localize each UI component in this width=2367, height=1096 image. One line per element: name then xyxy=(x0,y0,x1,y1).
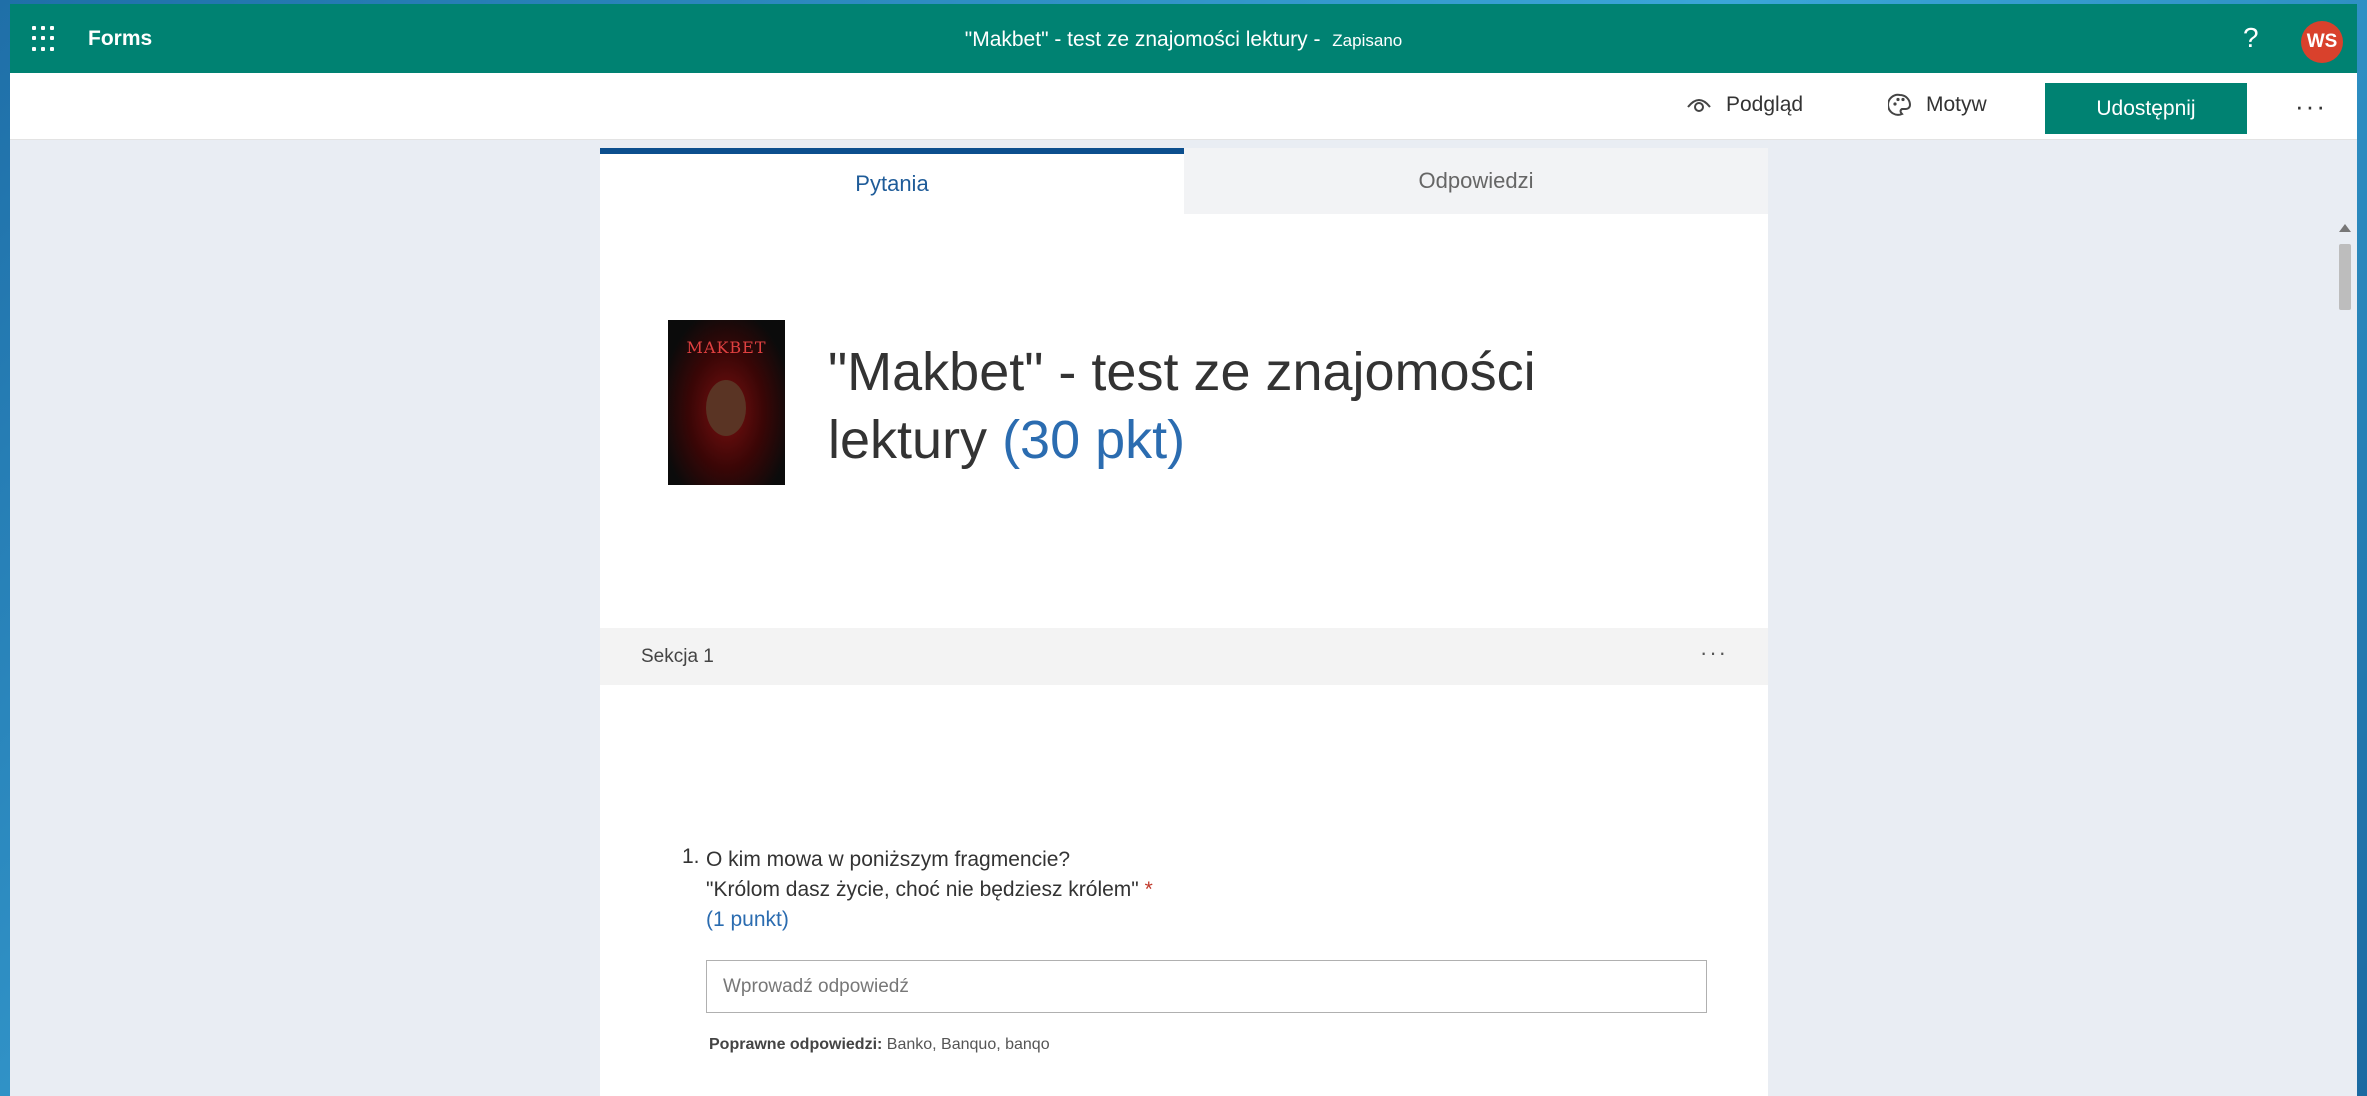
form-card: Pytania Odpowiedzi MAKBET "Makbet" - tes… xyxy=(600,148,1768,1096)
save-status: Zapisano xyxy=(1332,31,1403,50)
section-label: Sekcja 1 xyxy=(641,646,714,667)
correct-answers-values: Banko, Banquo, banqo xyxy=(886,1036,1050,1053)
toolbar: Podgląd Motyw Udostępnij ··· xyxy=(10,73,2357,140)
user-avatar[interactable]: WS xyxy=(2301,21,2343,63)
scroll-up-arrow-icon[interactable] xyxy=(2339,224,2351,232)
document-title-text: "Makbet" - test ze znajomości lektury xyxy=(964,28,1308,51)
theme-button[interactable]: Motyw xyxy=(1888,93,1987,117)
correct-answers-label: Poprawne odpowiedzi: xyxy=(709,1036,883,1053)
palette-icon xyxy=(1888,93,1912,116)
question-text[interactable]: O kim mowa w poniższym fragmencie? "Król… xyxy=(706,845,1153,935)
tab-responses[interactable]: Odpowiedzi xyxy=(1184,148,1768,214)
required-marker: * xyxy=(1144,878,1153,901)
tab-questions[interactable]: Pytania xyxy=(600,148,1184,214)
question-line-2: "Królom dasz życie, choć nie będziesz kr… xyxy=(706,878,1139,901)
question-points: (1 punkt) xyxy=(706,908,789,931)
form-title[interactable]: "Makbet" - test ze znajomości lektury (3… xyxy=(828,338,1588,474)
eye-icon xyxy=(1687,99,1711,112)
app-header: Forms "Makbet" - test ze znajomości lekt… xyxy=(10,4,2357,73)
poster-figure xyxy=(706,380,746,436)
section-header[interactable]: Sekcja 1 ··· xyxy=(600,628,1768,685)
forms-window: Forms "Makbet" - test ze znajomości lekt… xyxy=(10,4,2357,1096)
help-icon[interactable]: ? xyxy=(2243,22,2259,54)
theme-label: Motyw xyxy=(1926,93,1987,116)
question-number: 1. xyxy=(682,845,700,868)
poster-title: MAKBET xyxy=(686,338,767,357)
answer-input[interactable]: Wprowadź odpowiedź xyxy=(706,960,1707,1013)
correct-answers: Poprawne odpowiedzi: Banko, Banquo, banq… xyxy=(709,1036,1050,1054)
document-title: "Makbet" - test ze znajomości lektury - … xyxy=(10,28,2357,52)
title-separator: - xyxy=(1307,28,1327,51)
more-options-icon[interactable]: ··· xyxy=(2295,91,2327,122)
form-points: (30 pkt) xyxy=(1002,410,1186,470)
scrollbar[interactable] xyxy=(2333,224,2357,1096)
section-more-icon[interactable]: ··· xyxy=(1700,640,1728,666)
share-button[interactable]: Udostępnij xyxy=(2045,83,2247,134)
scroll-thumb[interactable] xyxy=(2339,244,2351,310)
form-header-image[interactable]: MAKBET xyxy=(668,320,785,485)
tab-bar: Pytania Odpowiedzi xyxy=(600,148,1768,214)
preview-button[interactable]: Podgląd xyxy=(1686,93,1803,117)
question-line-1: O kim mowa w poniższym fragmencie? xyxy=(706,848,1071,871)
preview-label: Podgląd xyxy=(1726,93,1804,116)
